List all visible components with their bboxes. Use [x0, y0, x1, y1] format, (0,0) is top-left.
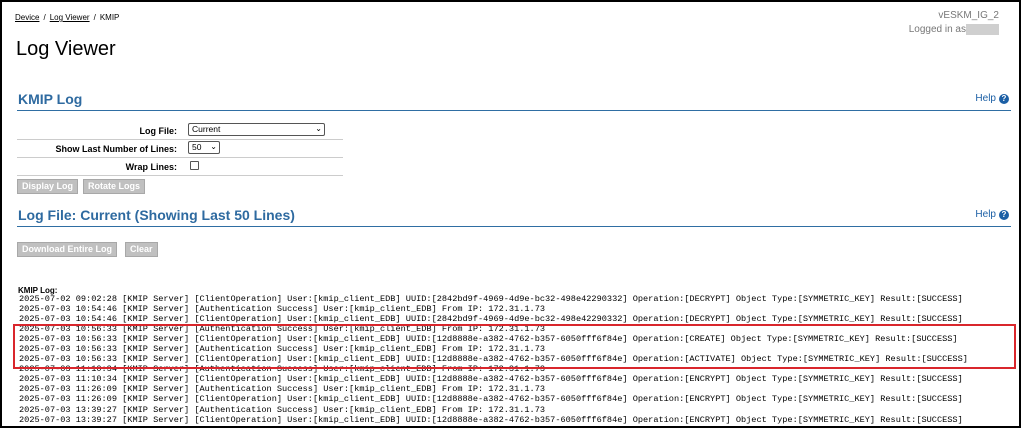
log-line: 2025-07-03 11:26:09 [KMIP Server] [Clien…	[19, 394, 963, 405]
highlight-annotation-box	[13, 324, 1016, 369]
log-file-select[interactable]: Current ⌄	[188, 123, 325, 136]
wrap-lines-row: Wrap Lines:	[17, 158, 343, 176]
chevron-down-icon: ⌄	[210, 142, 217, 151]
kmip-log-section-header: KMIP Log Help?	[17, 90, 1011, 111]
help-icon: ?	[999, 93, 1009, 104]
logged-in-text: Logged in as	[908, 24, 966, 35]
log-file-help-link[interactable]: Help?	[975, 209, 1009, 220]
log-line: 2025-07-02 09:02:28 [KMIP Server] [Clien…	[19, 294, 963, 304]
lines-row: Show Last Number of Lines: 50 ⌄	[17, 140, 343, 158]
breadcrumb-log-viewer-link[interactable]: Log Viewer	[50, 13, 90, 22]
display-log-button[interactable]: Display Log	[17, 179, 79, 194]
log-file-label: Log File:	[139, 126, 178, 136]
chevron-down-icon: ⌄	[315, 124, 322, 133]
lines-label: Show Last Number of Lines:	[55, 144, 177, 154]
log-line: 2025-07-03 13:39:27 [KMIP Server] [Authe…	[19, 404, 546, 415]
breadcrumb: Device / Log Viewer / KMIP	[15, 13, 120, 22]
log-file-section-title: Log File: Current (Showing Last 50 Lines…	[18, 207, 295, 223]
breadcrumb-current: KMIP	[99, 13, 120, 22]
kmip-log-help-link[interactable]: Help?	[975, 93, 1009, 104]
log-file-row: Log File: Current ⌄	[17, 122, 343, 140]
help-icon: ?	[999, 209, 1009, 220]
log-line: 2025-07-03 10:54:46 [KMIP Server] [Authe…	[19, 304, 546, 315]
log-line: 2025-07-03 13:39:27 [KMIP Server] [Clien…	[19, 414, 963, 425]
host-info: vESKM_IG_2 Logged in as	[909, 9, 999, 37]
redacted-username	[966, 23, 999, 35]
app-window: Device / Log Viewer / KMIP vESKM_IG_2 Logged…	[0, 0, 1021, 428]
breadcrumb-device-link[interactable]: Device	[15, 13, 39, 22]
help-label: Help	[975, 93, 996, 104]
host-name: vESKM_IG_2	[938, 10, 999, 21]
wrap-lines-label: Wrap Lines:	[125, 162, 177, 172]
lines-select-value: 50	[192, 142, 202, 152]
clear-button[interactable]: Clear	[125, 242, 158, 257]
kmip-log-section-title: KMIP Log	[18, 91, 83, 107]
wrap-lines-checkbox[interactable]	[190, 161, 199, 170]
logged-in-status: Logged in as	[909, 23, 999, 37]
rotate-logs-button[interactable]: Rotate Logs	[83, 179, 146, 194]
help-label: Help	[975, 209, 996, 220]
log-line: 2025-07-03 11:10:34 [KMIP Server] [Clien…	[19, 374, 963, 385]
page-title: Log Viewer	[16, 38, 116, 60]
log-line: 2025-07-03 11:26:09 [KMIP Server] [Authe…	[19, 384, 546, 395]
log-options-form: Log File: Current ⌄ Show Last Number of L…	[17, 122, 343, 176]
lines-select[interactable]: 50 ⌄	[188, 141, 220, 154]
log-line: 2025-07-03 10:54:46 [KMIP Server] [Clien…	[19, 314, 963, 325]
log-file-select-value: Current	[192, 124, 221, 134]
download-entire-log-button[interactable]: Download Entire Log	[17, 242, 117, 257]
log-file-section-header: Log File: Current (Showing Last 50 Lines…	[17, 206, 1011, 227]
